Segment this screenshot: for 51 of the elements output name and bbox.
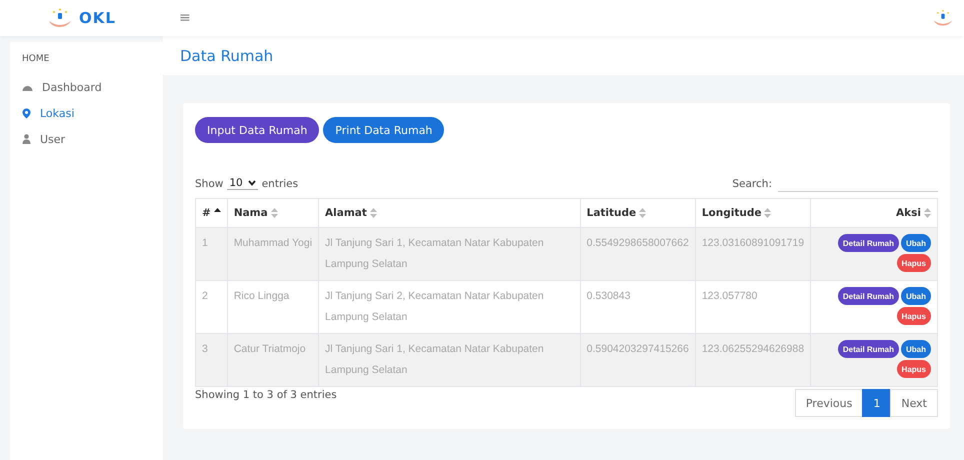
edit-button[interactable]: Ubah: [901, 234, 931, 252]
menu-icon[interactable]: ≡: [179, 10, 191, 26]
entries-label: entries: [262, 178, 298, 190]
sort-icon[interactable]: [924, 208, 931, 218]
table-cell: 123.06255294626988: [695, 334, 811, 386]
table-cell: 3: [196, 334, 228, 386]
detail-button[interactable]: Detail Rumah: [838, 340, 899, 358]
chevron-icon: [248, 180, 256, 186]
detail-button[interactable]: Detail Rumah: [838, 234, 899, 252]
delete-button[interactable]: Hapus: [896, 360, 931, 378]
print-button[interactable]: Print Data Rumah: [323, 117, 444, 143]
search-label: Search:: [732, 178, 772, 190]
edit-button[interactable]: Ubah: [901, 340, 931, 358]
column-header[interactable]: Nama: [234, 207, 268, 219]
table-cell: 1: [196, 228, 228, 280]
delete-button[interactable]: Hapus: [896, 307, 931, 325]
entries-select[interactable]: 10: [227, 177, 258, 190]
section-label: HOME: [21, 54, 50, 66]
sort-up-icon[interactable]: [214, 208, 221, 212]
table-cell: 0.5549298658007662: [580, 228, 696, 280]
column-header[interactable]: Aksi: [896, 207, 921, 219]
column-header[interactable]: Latitude: [586, 207, 636, 219]
sort-icon[interactable]: [270, 208, 278, 218]
detail-button[interactable]: Detail Rumah: [838, 287, 899, 305]
sidebar-item[interactable]: Dashboard: [10, 74, 163, 100]
page-button[interactable]: Next: [890, 389, 938, 417]
sort-icon[interactable]: [764, 208, 772, 218]
entries-info: Showing 1 to 3 of 3 entries: [195, 389, 337, 401]
page-button[interactable]: 1: [862, 389, 892, 417]
column-header[interactable]: Alamat: [325, 207, 367, 219]
table-cell: Muhammad Yogi: [227, 228, 319, 280]
table-cell: 0.5904203297415266: [580, 334, 696, 386]
table-cell: Jl Tanjung Sari 1, Kecamatan Natar Kabupaten Lampung Selatan: [318, 334, 580, 386]
user-icon: [22, 134, 31, 144]
table-cell: 123.03160891091719: [695, 228, 811, 280]
input-button[interactable]: Input Data Rumah: [195, 117, 320, 143]
map-pin-icon: [22, 108, 31, 118]
table-cell: Jl Tanjung Sari 1, Kecamatan Natar Kabupaten Lampung Selatan: [318, 228, 580, 280]
column-header[interactable]: #: [202, 207, 211, 219]
sort-icon[interactable]: [370, 208, 377, 218]
page-button[interactable]: Previous: [794, 389, 864, 417]
page-title: Data Rumah: [180, 46, 274, 64]
edit-button[interactable]: Ubah: [901, 287, 931, 305]
delete-button[interactable]: Hapus: [896, 254, 931, 272]
sidebar-item[interactable]: Lokasi: [10, 100, 163, 126]
sort-icon[interactable]: [639, 208, 646, 218]
sidebar-item[interactable]: User: [10, 126, 163, 152]
table-cell: Catur Triatmojo: [227, 334, 319, 386]
hand-bulb-icon: [47, 8, 74, 28]
logo-text: OKL: [79, 9, 116, 27]
show-label: Show: [195, 178, 224, 190]
